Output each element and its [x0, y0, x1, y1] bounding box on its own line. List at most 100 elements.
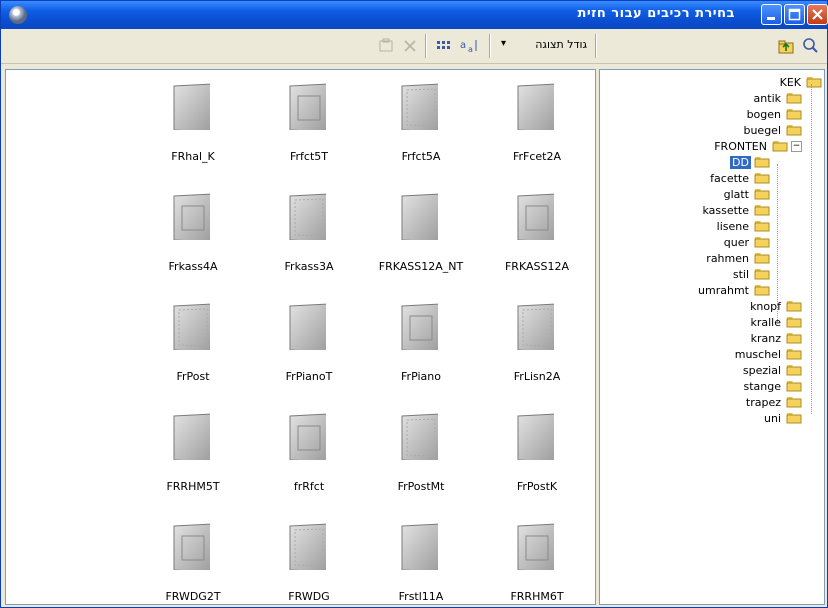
thumbnail-pane[interactable]: FRhal_K Frfct5T Frfct5A FrFcet2A Frkass4A Frk… — [5, 69, 596, 605]
tree-item-label: stange — [743, 379, 781, 393]
folder-icon — [772, 141, 788, 152]
thumbnail-item[interactable]: FrLisn2A — [482, 294, 582, 394]
close-button[interactable] — [807, 4, 828, 25]
folder-icon — [754, 285, 770, 296]
thumbnail-label: FRWDG — [288, 590, 330, 603]
tree-item-uni[interactable]: uni — [762, 410, 802, 426]
panel-preview-icon — [289, 523, 326, 570]
maximize-icon — [788, 8, 801, 21]
folder-icon — [786, 397, 802, 408]
thumbnail-label: FRWDG2T — [165, 590, 221, 603]
tree-item-antik[interactable]: antik — [752, 90, 802, 106]
thumbnail-label: FrLisn2A — [513, 370, 561, 383]
tree-item-label: kranz — [750, 331, 781, 345]
panel-preview-icon — [517, 413, 554, 460]
tree-guide-line — [811, 84, 812, 414]
thumbnail-item[interactable]: Frstl11A — [366, 514, 466, 604]
tree-item-spezial[interactable]: spezial — [741, 362, 802, 378]
tree-item-quer[interactable]: quer — [722, 234, 770, 250]
toolbar-separator — [489, 34, 490, 58]
tree-item-umrahmt[interactable]: umrahmt — [696, 282, 770, 298]
collapse-toggle-icon[interactable]: − — [791, 140, 802, 152]
thumbnail-item[interactable]: frRfct — [254, 404, 354, 504]
panel-preview-icon — [173, 413, 210, 460]
tree-item-label: umrahmt — [698, 283, 749, 297]
toolbar-separator — [595, 34, 596, 58]
folder-icon — [754, 253, 770, 264]
thumbnail-item[interactable]: Frkass4A — [138, 184, 238, 284]
panel-preview-icon — [401, 83, 438, 130]
thumbnail-item[interactable]: FRWDG2T — [138, 514, 238, 604]
thumbnail-item[interactable]: FrPianoT — [254, 294, 354, 394]
thumbnail-item[interactable]: FRRHM5T — [138, 404, 238, 504]
tree-item-trapez[interactable]: trapez — [744, 394, 802, 410]
view-size-dropdown[interactable]: ▾ גודל תצוגה — [495, 35, 591, 57]
tree-item-label: FRONTEN — [714, 139, 767, 153]
tree-item-label: uni — [764, 411, 781, 425]
tree-item-kralle[interactable]: kralle — [748, 314, 802, 330]
thumbnail-item[interactable]: FrPost — [138, 294, 238, 394]
thumbnail-item[interactable]: FrPiano — [366, 294, 466, 394]
tree-item-label: spezial — [742, 363, 781, 377]
folder-up-icon[interactable] — [775, 35, 797, 57]
tree-root-kek[interactable]: KEK — [778, 74, 822, 90]
tree-item-knopf[interactable]: knopf — [748, 298, 802, 314]
panel-preview-icon — [517, 83, 554, 130]
tree-item-dd[interactable]: DD — [730, 154, 770, 170]
minimize-icon — [767, 17, 775, 20]
tree-item-lisene[interactable]: lisene — [715, 218, 770, 234]
folder-tree[interactable]: KEK antik bogen buegel FRONTEN − DD facette glat… — [599, 69, 825, 605]
thumbnail-label: FRhal_K — [171, 150, 215, 163]
folder-icon — [754, 205, 770, 216]
thumbnail-item[interactable]: FRRHM6T — [482, 514, 582, 604]
tree-item-facette[interactable]: facette — [708, 170, 770, 186]
tree-item-label: trapez — [745, 395, 781, 409]
tree-item-stange[interactable]: stange — [741, 378, 802, 394]
sort-by-name-icon[interactable]: a a — [457, 35, 479, 57]
thumbnail-label: Frfct5A — [401, 150, 441, 163]
folder-icon — [786, 349, 802, 360]
thumbnail-item[interactable]: FRKASS12A — [482, 184, 582, 284]
tree-item-label: DD — [730, 155, 751, 169]
delete-icon[interactable] — [399, 35, 421, 57]
tree-item-muschel[interactable]: muschel — [733, 346, 802, 362]
tree-item-stil[interactable]: stil — [731, 266, 770, 282]
panel-preview-icon — [517, 303, 554, 350]
tree-item-label: kassette — [702, 203, 749, 217]
tree-item-glatt[interactable]: glatt — [722, 186, 770, 202]
thumbnail-item[interactable]: FRWDG — [254, 514, 354, 604]
panel-preview-icon — [517, 523, 554, 570]
tree-item-kranz[interactable]: kranz — [749, 330, 802, 346]
thumbnail-label: Frfct5T — [289, 150, 328, 163]
tree-item-label: antik — [753, 91, 781, 105]
tree-item-fronten[interactable]: FRONTEN − — [712, 138, 802, 154]
thumbnail-item[interactable]: Frfct5T — [254, 74, 354, 174]
title-bar[interactable]: בחירת רכיבים עבור חזית — [1, 1, 828, 29]
window-title: בחירת רכיבים עבור חזית — [577, 6, 735, 21]
thumbnail-item[interactable]: Frkass3A — [254, 184, 354, 284]
tree-item-rahmen[interactable]: rahmen — [704, 250, 770, 266]
folder-icon — [786, 93, 802, 104]
tree-item-buegel[interactable]: buegel — [741, 122, 802, 138]
panel-preview-icon — [401, 413, 438, 460]
thumbnail-label: FrPostMt — [397, 480, 445, 493]
panel-preview-icon — [517, 193, 554, 240]
tree-item-kassette[interactable]: kassette — [700, 202, 770, 218]
thumbnail-label: FrPostK — [516, 480, 558, 493]
thumbnail-item[interactable]: FrFcet2A — [482, 74, 582, 174]
app-icon[interactable] — [9, 6, 27, 24]
thumbnail-item[interactable]: FRhal_K — [138, 74, 238, 174]
properties-icon[interactable] — [375, 35, 397, 57]
grid-view-icon[interactable] — [433, 35, 455, 57]
thumbnail-item[interactable]: FRKASS12A_NT — [366, 184, 466, 284]
search-icon[interactable] — [799, 35, 821, 57]
minimize-button[interactable] — [761, 4, 782, 25]
thumbnail-item[interactable]: FrPostMt — [366, 404, 466, 504]
panel-preview-icon — [289, 193, 326, 240]
thumbnail-item[interactable]: FrPostK — [482, 404, 582, 504]
tree-item-label: glatt — [723, 187, 749, 201]
tree-item-bogen[interactable]: bogen — [745, 106, 802, 122]
panel-preview-icon — [289, 303, 326, 350]
thumbnail-item[interactable]: Frfct5A — [366, 74, 466, 174]
maximize-button[interactable] — [784, 4, 805, 25]
